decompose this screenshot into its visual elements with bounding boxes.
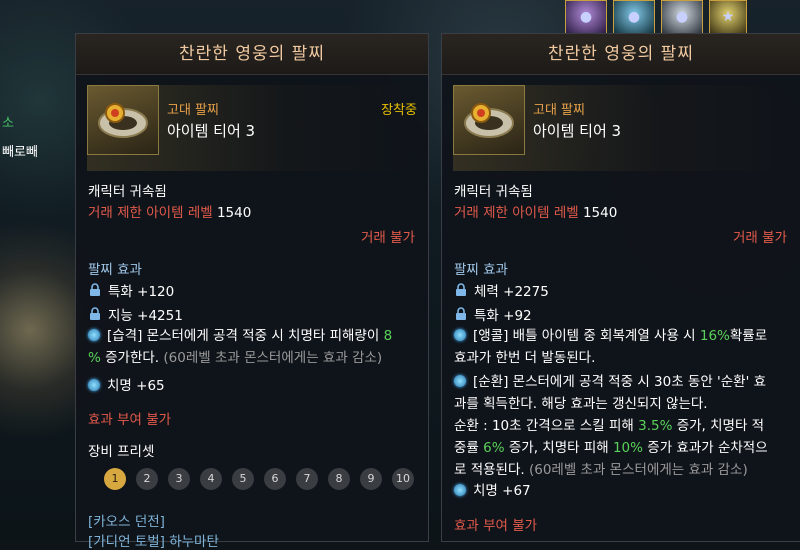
star-slot-icon[interactable]: ★ [709, 0, 747, 34]
preset-button[interactable]: 9 [360, 468, 382, 490]
bracelet-icon [87, 85, 159, 155]
background-name-fragment: 빼로빼 [2, 145, 38, 160]
preset-button[interactable]: 1 [104, 468, 126, 490]
effect-text: [습격] 몬스터에게 공격 적중 시 치명타 피해량이 [107, 328, 384, 344]
no-effect-label: 효과 부여 불가 [454, 518, 538, 534]
stat-line: 치명 +65 [88, 374, 165, 394]
effects-header: 팔찌 효과 [88, 262, 142, 278]
effect-text: 확률로 [729, 328, 768, 344]
effect-text: 로 적용된다. [454, 462, 525, 478]
trade-limit-value: 1540 [582, 205, 618, 221]
effect-value: 3.5% [638, 418, 673, 434]
bracelet-icon [453, 85, 525, 155]
gem-icon [454, 375, 466, 387]
stat-line: 특화 +92 [454, 304, 532, 324]
bound-status: 캐릭터 귀속됨 [88, 184, 167, 200]
item-grade: 고대 팔찌 [167, 103, 219, 118]
trade-limit-label: 거래 제한 아이템 레벨 [88, 205, 213, 221]
trade-limit-value: 1540 [216, 205, 252, 221]
trade-limit: 거래 제한 아이템 레벨 1540 [454, 201, 617, 221]
special-effect: [앵콜] 배틀 아이템 중 회복계열 사용 시 16%확률로 효과가 한번 더 … [454, 325, 794, 369]
effect-note: (60레벨 초과 몬스터에게는 효과 감소) [524, 462, 748, 478]
item-tier: 아이템 티어 3 [167, 122, 256, 140]
effect-text: 증가, 치명타 피해 [504, 440, 613, 456]
stat-text: 특화 +92 [474, 308, 532, 324]
effect-value: 6% [483, 440, 505, 456]
item-title: 찬란한 영웅의 팔찌 [76, 34, 428, 75]
preset-button[interactable]: 10 [392, 468, 414, 490]
effect-value: 8 [383, 328, 393, 344]
item-header: 고대 팔찌 아이템 티어 3 장착중 [87, 85, 417, 171]
preset-selector: 1 2 3 4 5 6 7 8 9 10 [104, 468, 414, 490]
stat-line: 체력 +2275 [454, 280, 549, 300]
item-slot-bar: ● ● ● ★ [565, 0, 747, 34]
gem-icon [454, 484, 466, 496]
effect-text: 증가한다. [100, 350, 160, 366]
no-effect-label: 효과 부여 불가 [88, 412, 172, 428]
source-link[interactable]: [가디언 토벌] 하누마탄 [88, 530, 219, 550]
tooltip-panel-equipped: 찬란한 영웅의 팔찌 고대 팔찌 아이템 티어 3 장착중 캐릭터 귀속됨 거래… [75, 33, 429, 550]
trade-limit-label: 거래 제한 아이템 레벨 [454, 205, 579, 221]
stat-text: 지능 +4251 [108, 308, 183, 324]
preset-button[interactable]: 6 [264, 468, 286, 490]
special-effect: [순환] 몬스터에게 공격 적중 시 30초 동안 '순환' 효 과를 획득한다… [454, 371, 794, 481]
special-effect: [습격] 몬스터에게 공격 적중 시 치명타 피해량이 8 % 증가한다. (6… [88, 325, 418, 369]
effect-note: (60레벨 초과 몬스터에게는 효과 감소) [159, 350, 383, 366]
stat-line: 지능 +4251 [88, 304, 183, 324]
preset-button[interactable]: 7 [296, 468, 318, 490]
effect-text: [순환] 몬스터에게 공격 적중 시 30초 동안 '순환' 효 [473, 374, 767, 390]
stat-text: 치명 +67 [473, 483, 531, 499]
item-title: 찬란한 영웅의 팔찌 [442, 34, 800, 75]
stat-text: 체력 +2275 [474, 284, 549, 300]
stat-text: 특화 +120 [108, 284, 175, 300]
source-link[interactable]: [카오스 던전] [88, 510, 165, 530]
effect-text: 중률 [454, 440, 484, 456]
untradeable-label: 거래 불가 [361, 230, 415, 246]
untradeable-label: 거래 불가 [733, 230, 787, 246]
equipped-badge: 장착중 [381, 103, 417, 118]
preset-button[interactable]: 5 [232, 468, 254, 490]
stat-line: 치명 +67 [454, 479, 531, 499]
effect-text: 순환 : 10초 간격으로 스킬 피해 [454, 418, 639, 434]
gem-icon [88, 379, 100, 391]
item-tier: 아이템 티어 3 [533, 122, 622, 140]
lock-icon [454, 307, 468, 324]
lock-icon [454, 283, 468, 300]
effect-value: 16% [699, 328, 730, 344]
lock-icon [88, 307, 102, 324]
lock-icon [88, 283, 102, 300]
preset-button[interactable]: 8 [328, 468, 350, 490]
orb-slot-icon[interactable]: ● [613, 0, 655, 34]
stat-text: 치명 +65 [107, 378, 165, 394]
effect-value-unit: % [88, 350, 101, 366]
item-grade: 고대 팔찌 [533, 103, 585, 118]
gem-icon [454, 329, 466, 341]
preset-button[interactable]: 2 [136, 468, 158, 490]
stat-line: 특화 +120 [88, 280, 174, 300]
preset-button[interactable]: 3 [168, 468, 190, 490]
effect-text: 과를 획득한다. 해당 효과는 갱신되지 않는다. [454, 396, 708, 412]
item-header: 고대 팔찌 아이템 티어 3 [453, 85, 789, 171]
preset-button[interactable]: 4 [200, 468, 222, 490]
cloud-slot-icon[interactable]: ● [661, 0, 703, 34]
effect-text: 효과가 한번 더 발동된다. [454, 350, 596, 366]
effect-text: 증가, 치명타 적 [672, 418, 765, 434]
bound-status: 캐릭터 귀속됨 [454, 184, 533, 200]
effects-header: 팔찌 효과 [454, 262, 508, 278]
effect-text: [앵콜] 배틀 아이템 중 회복계열 사용 시 [473, 328, 700, 344]
effect-value: 10% [612, 440, 643, 456]
tooltip-panel-compare: 찬란한 영웅의 팔찌 고대 팔찌 아이템 티어 3 캐릭터 귀속됨 거래 제한 … [441, 33, 800, 542]
background-text-fragment: 소 [2, 116, 14, 131]
potion-slot-icon[interactable]: ● [565, 0, 607, 34]
effect-text: 증가 효과가 순차적으 [642, 440, 768, 456]
preset-label: 장비 프리셋 [88, 444, 155, 460]
trade-limit: 거래 제한 아이템 레벨 1540 [88, 201, 251, 221]
gem-icon [88, 329, 100, 341]
